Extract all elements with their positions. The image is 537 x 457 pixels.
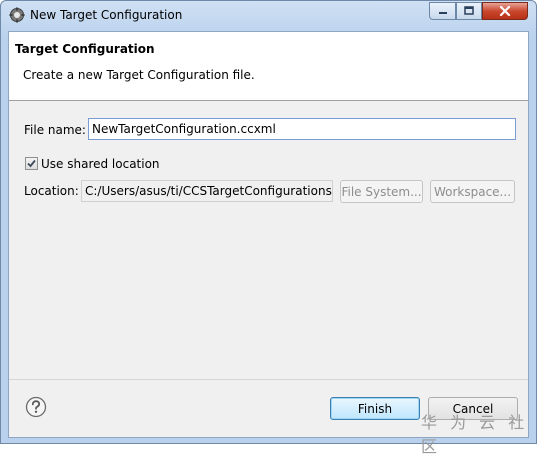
maximize-button[interactable]: [456, 2, 482, 20]
wizard-header: Target Configuration Create a new Target…: [9, 32, 528, 101]
close-icon: [499, 5, 511, 17]
minimize-button[interactable]: [429, 2, 456, 20]
window-title: New Target Configuration: [30, 8, 183, 22]
file-name-input[interactable]: NewTargetConfiguration.ccxml: [88, 118, 516, 140]
footer-divider: [9, 379, 528, 380]
file-name-label: File name:: [24, 123, 86, 137]
watermark-text: 华 为 云 社 区: [421, 413, 529, 456]
use-shared-location-label[interactable]: Use shared location: [41, 157, 160, 171]
checkmark-icon: [27, 159, 36, 168]
workspace-button[interactable]: Workspace...: [430, 180, 515, 203]
wizard-description: Create a new Target Configuration file.: [23, 68, 255, 82]
use-shared-location-checkbox[interactable]: [25, 157, 38, 170]
location-field: C:/Users/asus/ti/CCSTargetConfigurations: [81, 180, 333, 202]
dialog-window: New Target Configuration Target Configur…: [0, 0, 537, 456]
dialog-client-area: Target Configuration Create a new Target…: [8, 31, 529, 438]
question-circle-icon[interactable]: [25, 396, 47, 418]
wizard-title: Target Configuration: [15, 42, 155, 56]
file-system-button[interactable]: File System...: [340, 180, 423, 203]
location-label: Location:: [24, 184, 79, 198]
minimize-icon: [438, 12, 447, 14]
title-bar[interactable]: New Target Configuration: [1, 1, 536, 31]
finish-button[interactable]: Finish: [330, 397, 420, 420]
eclipse-gear-icon: [9, 7, 25, 23]
close-button[interactable]: [482, 2, 528, 20]
maximize-icon: [464, 6, 474, 15]
